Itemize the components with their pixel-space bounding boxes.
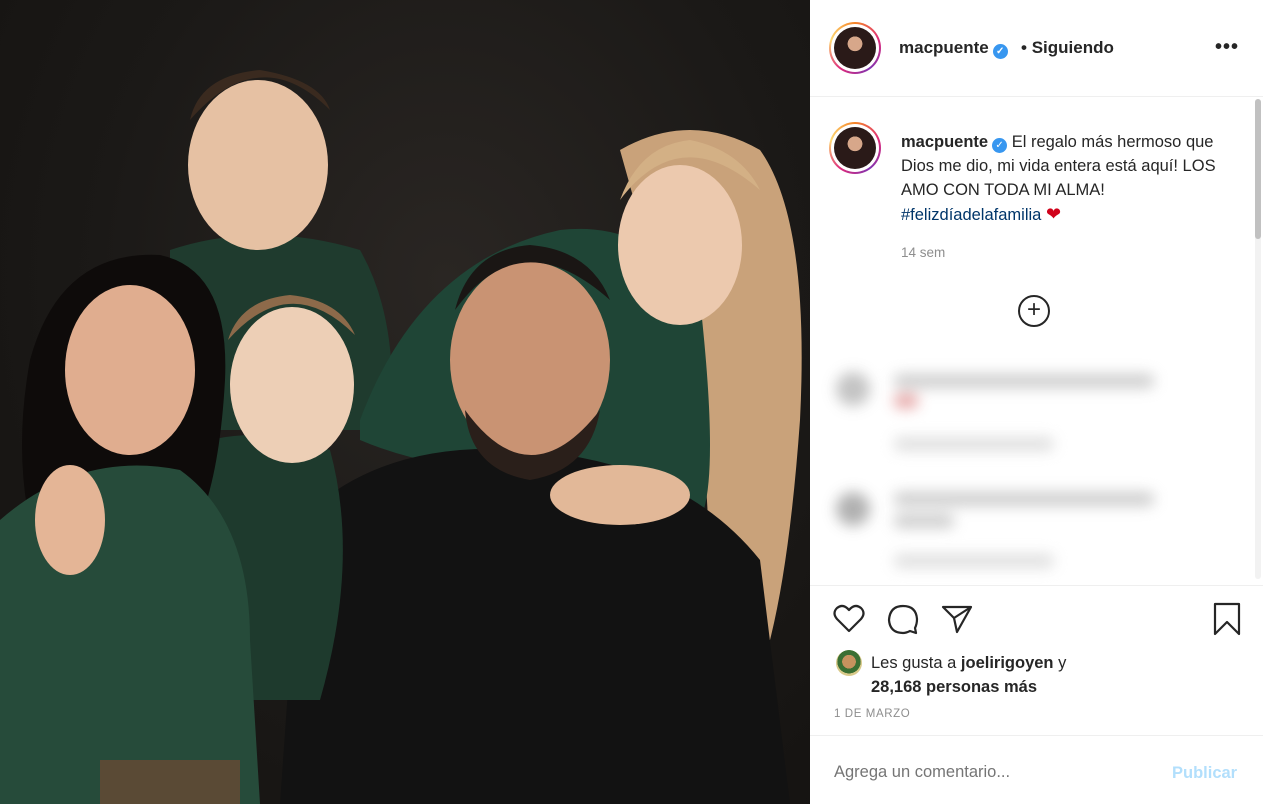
- liker-avatar[interactable]: [836, 650, 862, 676]
- liker-username[interactable]: joelirigoyen: [961, 654, 1054, 672]
- comments-area[interactable]: macpuente ✓ El regalo más hermoso que Dio…: [810, 97, 1263, 585]
- blurred-comments: [824, 342, 1254, 582]
- likes-count[interactable]: 28,168 personas más: [871, 678, 1037, 696]
- family-photo-illustration: [0, 70, 802, 804]
- verified-badge-icon: ✓: [992, 138, 1008, 153]
- plus-circle-icon[interactable]: +: [1018, 295, 1050, 327]
- caption-author-avatar[interactable]: [829, 122, 881, 174]
- heart-emoji-icon: ❤: [1045, 204, 1062, 224]
- post-date[interactable]: 1 DE MARZO: [834, 708, 910, 720]
- following-button[interactable]: Siguiendo: [1032, 38, 1114, 57]
- post-header: macpuente ✓ • Siguiendo •••: [810, 0, 1263, 97]
- add-comment-bar: Publicar: [810, 735, 1263, 804]
- likes-summary: Les gusta a joelirigoyen y 28,168 person…: [871, 651, 1066, 699]
- paper-plane-icon[interactable]: [940, 602, 974, 636]
- heart-icon[interactable]: [832, 602, 866, 636]
- comment-input[interactable]: [834, 763, 1134, 782]
- bookmark-icon[interactable]: [1210, 602, 1244, 636]
- likes-prefix: Les gusta a: [871, 654, 957, 672]
- author-username[interactable]: macpuente ✓: [899, 38, 1008, 59]
- comments-scrollbar[interactable]: [1255, 99, 1261, 579]
- verified-badge-icon: ✓: [992, 44, 1008, 59]
- post-photo[interactable]: [0, 0, 810, 804]
- hashtag-link[interactable]: #felizdíadelafamilia: [901, 206, 1041, 224]
- follow-status[interactable]: • Siguiendo: [1021, 38, 1114, 58]
- caption-time[interactable]: 14 sem: [901, 245, 945, 260]
- separator-dot: •: [1021, 38, 1027, 57]
- caption-text: macpuente ✓ El regalo más hermoso que Dio…: [901, 130, 1231, 227]
- action-bar: Les gusta a joelirigoyen y 28,168 person…: [810, 585, 1263, 735]
- publish-button[interactable]: Publicar: [1172, 764, 1237, 783]
- likes-conjunction: y: [1058, 654, 1067, 672]
- author-avatar[interactable]: [829, 22, 881, 74]
- more-options-icon[interactable]: •••: [1215, 36, 1239, 59]
- caption-username[interactable]: macpuente: [901, 133, 988, 151]
- post-side-panel: macpuente ✓ • Siguiendo ••• macpuente ✓ El…: [810, 0, 1263, 804]
- comment-icon[interactable]: [886, 602, 920, 636]
